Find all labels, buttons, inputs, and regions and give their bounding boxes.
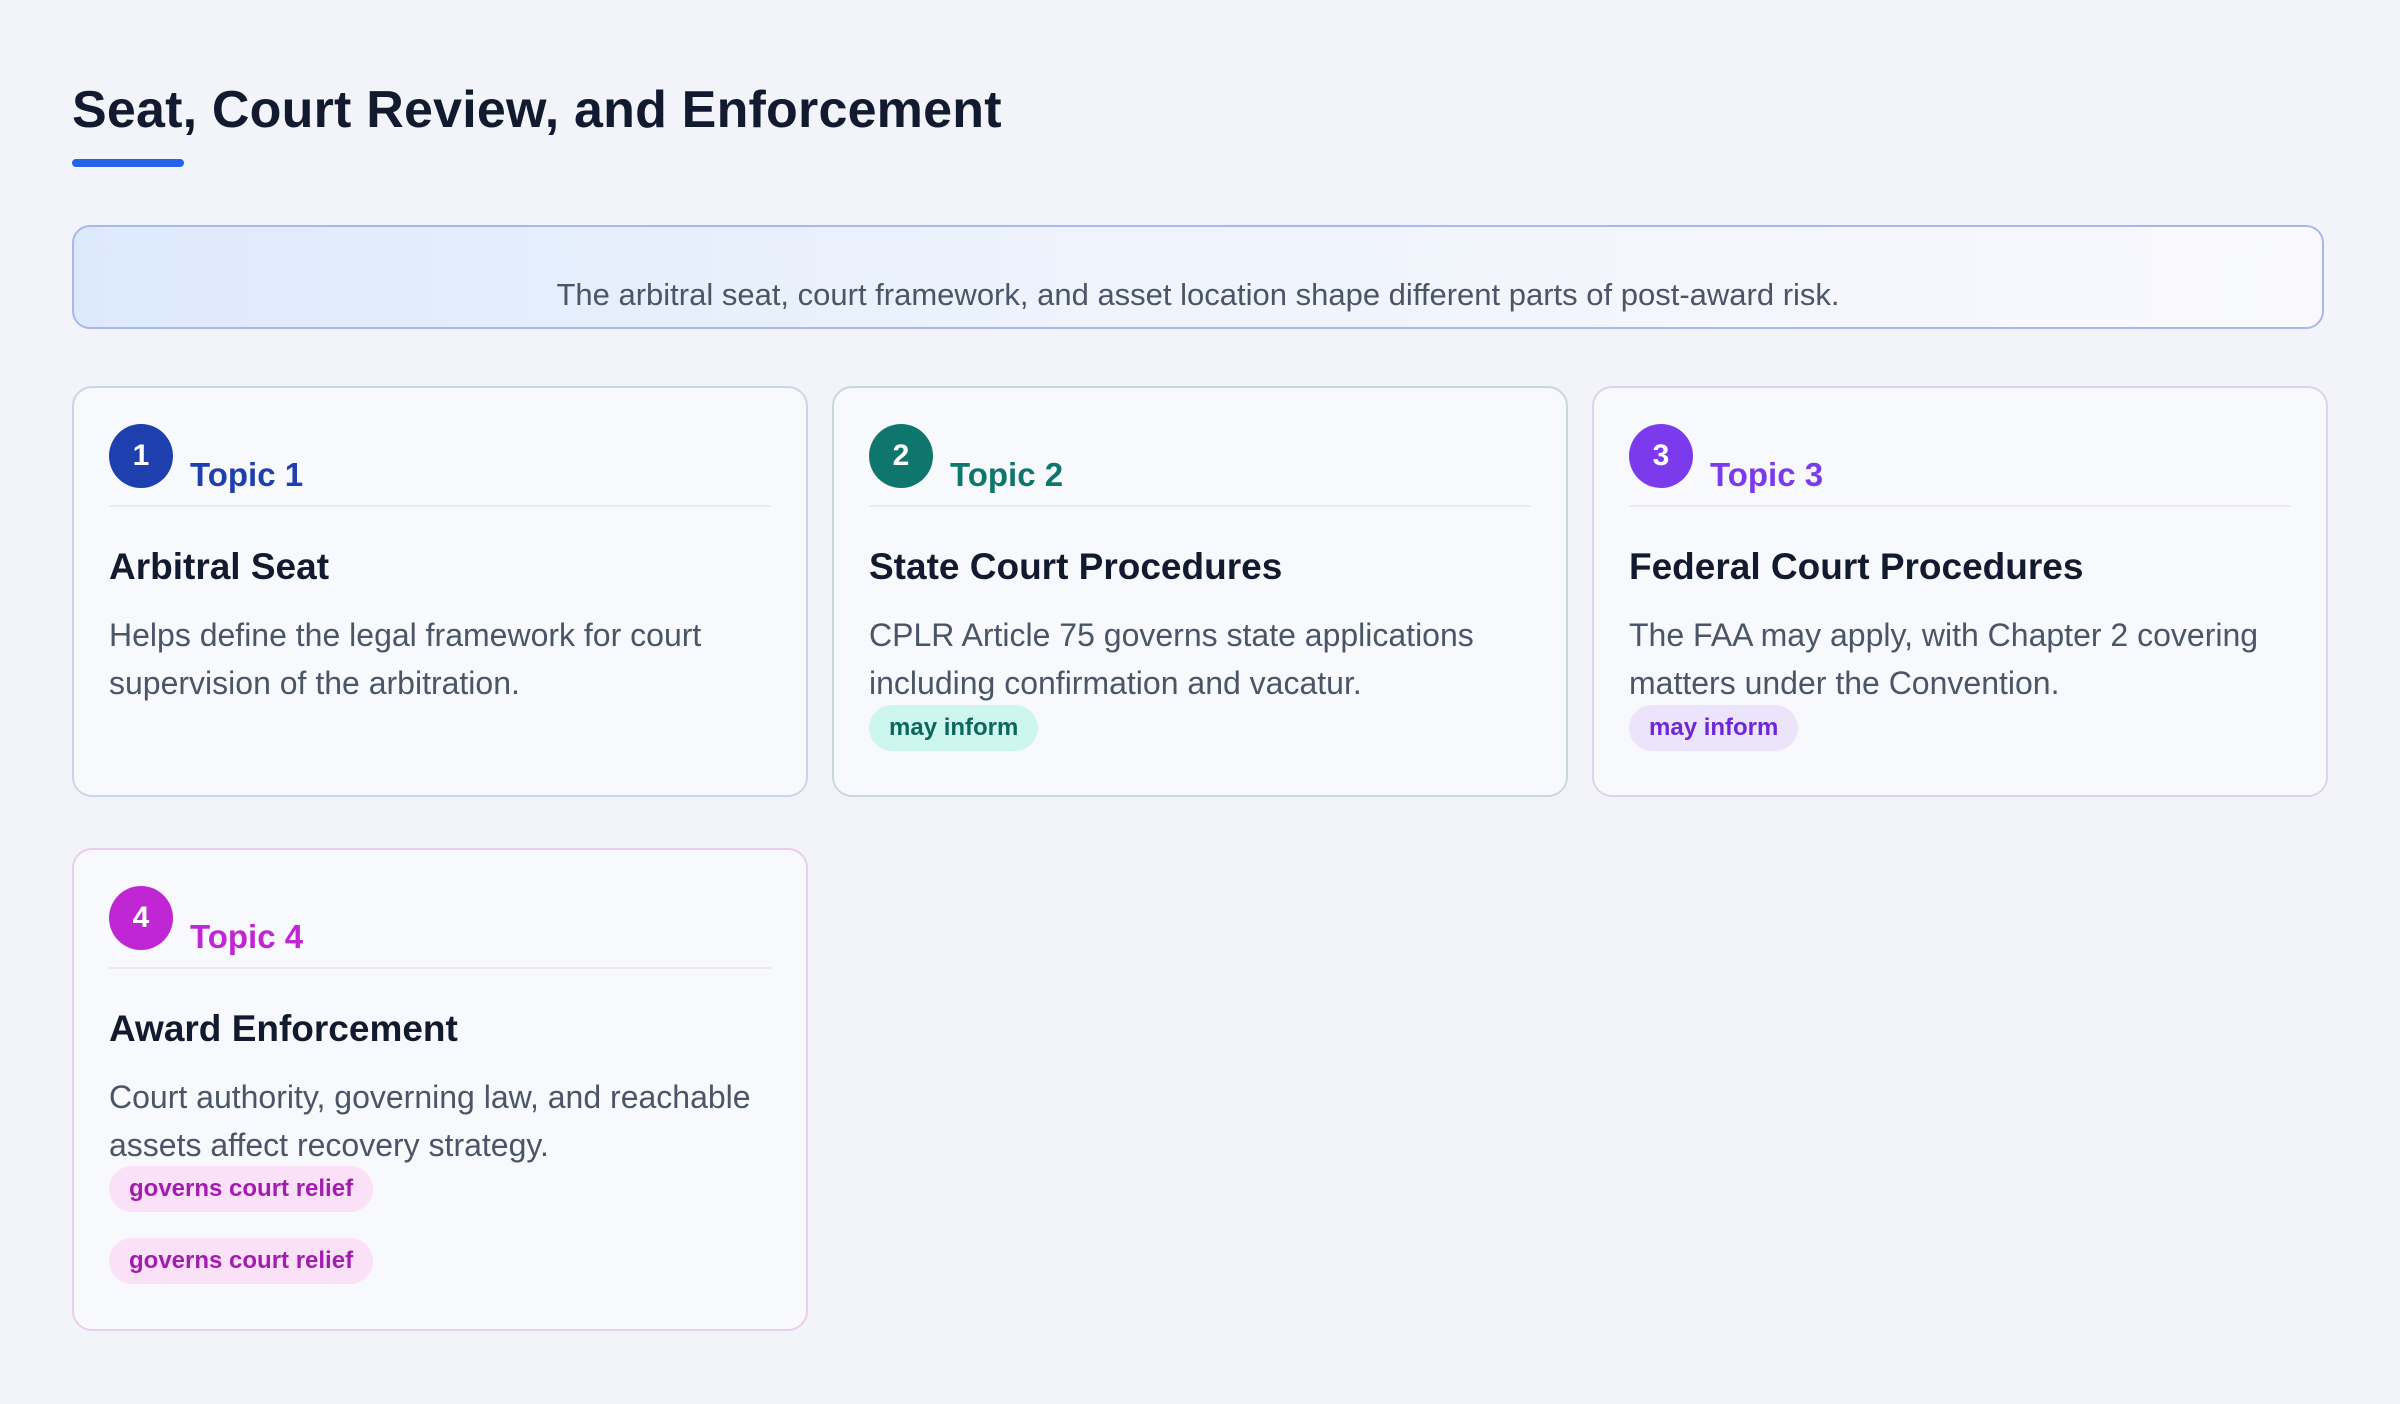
card-description: CPLR Article 75 governs state applicatio…	[869, 617, 1474, 701]
topic-label: Topic 4	[190, 918, 304, 955]
summary-text: The arbitral seat, court framework, and …	[556, 277, 1840, 312]
card-divider	[1629, 505, 2291, 507]
card-divider	[109, 505, 771, 507]
topic-number-badge: 1	[109, 424, 173, 488]
topic-label: Topic 1	[190, 456, 304, 493]
title-underline	[72, 159, 184, 167]
card-description: The FAA may apply, with Chapter 2 coveri…	[1629, 617, 2259, 701]
card-divider	[109, 967, 771, 969]
topic-card-2: 2 Topic 2 State Court Procedures CPLR Ar…	[832, 386, 1568, 797]
card-title: Arbitral Seat	[109, 546, 330, 587]
card-title: State Court Procedures	[869, 546, 1283, 587]
card-description: Helps define the legal framework for cou…	[109, 617, 702, 701]
topic-card-3: 3 Topic 3 Federal Court Procedures The F…	[1592, 386, 2328, 797]
card-title: Award Enforcement	[109, 1008, 458, 1049]
topic-number-badge: 4	[109, 886, 173, 950]
topic-number-badge: 2	[869, 424, 933, 488]
topic-number-badge: 3	[1629, 424, 1693, 488]
topic-label: Topic 3	[1710, 456, 1824, 493]
card-divider	[869, 505, 1531, 507]
summary-banner: The arbitral seat, court framework, and …	[72, 225, 2324, 329]
card-title: Federal Court Procedures	[1629, 546, 2084, 587]
topic-card-1: 1 Topic 1 Arbitral Seat Helps define the…	[72, 386, 808, 797]
relation-tag: may inform	[869, 705, 1039, 751]
relation-tag: may inform	[1629, 705, 1799, 751]
relation-tag: governs court relief	[109, 1238, 374, 1284]
topic-card-4: 4 Topic 4 Award Enforcement Court author…	[72, 848, 808, 1331]
page-title: Seat, Court Review, and Enforcement	[72, 81, 1002, 139]
topic-label: Topic 2	[950, 456, 1064, 493]
card-description: Court authority, governing law, and reac…	[109, 1079, 751, 1163]
relation-tag: governs court relief	[109, 1166, 374, 1212]
